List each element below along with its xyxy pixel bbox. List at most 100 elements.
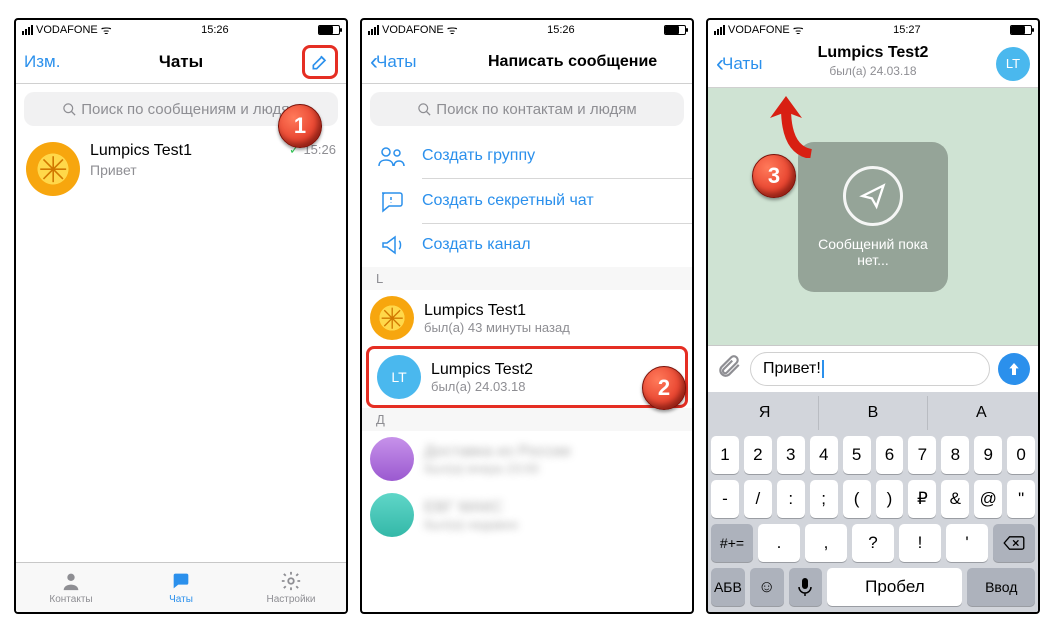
key[interactable]: ; xyxy=(810,480,838,518)
key[interactable]: - xyxy=(711,480,739,518)
send-button[interactable] xyxy=(998,353,1030,385)
group-icon xyxy=(376,144,408,168)
key[interactable]: ) xyxy=(876,480,904,518)
avatar xyxy=(370,437,414,481)
key[interactable]: ? xyxy=(852,524,894,562)
option-new-channel[interactable]: Создать канал xyxy=(362,223,692,267)
nav-bar: ‹Чаты Lumpics Test2 был(а) 24.03.18 LT xyxy=(708,40,1038,88)
key[interactable]: 9 xyxy=(974,436,1002,474)
status-time: 15:27 xyxy=(893,24,921,36)
keyboard: Я В А 1234567890 -/:;()₽&@" #+= . , ? ! … xyxy=(708,392,1038,612)
key[interactable]: 4 xyxy=(810,436,838,474)
contact-row[interactable]: ЕВГ МАКСбыл(а) недавно xyxy=(362,487,692,543)
search-icon xyxy=(62,102,77,117)
tab-bar: Контакты Чаты Настройки xyxy=(16,562,346,612)
back-button[interactable]: ‹Чаты xyxy=(716,50,762,78)
channel-icon xyxy=(376,233,408,257)
contact-name: Доставка из России xyxy=(424,443,571,461)
tab-label: Настройки xyxy=(266,594,315,605)
avatar xyxy=(370,493,414,537)
highlight-box: LT Lumpics Test2был(а) 24.03.18 xyxy=(366,346,688,408)
key[interactable]: 1 xyxy=(711,436,739,474)
key[interactable]: " xyxy=(1007,480,1035,518)
key[interactable]: / xyxy=(744,480,772,518)
contact-sub: был(а) недавно xyxy=(424,517,518,532)
back-button[interactable]: ‹Чаты xyxy=(370,48,416,76)
key-abc[interactable]: АБВ xyxy=(711,568,745,606)
key[interactable]: . xyxy=(758,524,800,562)
key[interactable]: 7 xyxy=(908,436,936,474)
key[interactable]: ! xyxy=(899,524,941,562)
key[interactable]: 3 xyxy=(777,436,805,474)
key[interactable]: ₽ xyxy=(908,480,936,518)
contact-row-selected[interactable]: LT Lumpics Test2был(а) 24.03.18 xyxy=(369,349,685,405)
tab-settings[interactable]: Настройки xyxy=(236,563,346,612)
screen-chats: VODAFONEᯤ 15:26 Изм. Чаты Поиск по сообщ… xyxy=(14,18,348,614)
battery-icon xyxy=(1010,25,1032,35)
tab-label: Контакты xyxy=(49,594,92,605)
key-shift[interactable]: #+= xyxy=(711,524,753,562)
chats-icon xyxy=(168,570,194,592)
back-label: Чаты xyxy=(376,52,416,72)
section-header-D: Д xyxy=(362,408,692,431)
key[interactable]: , xyxy=(805,524,847,562)
paperclip-icon xyxy=(716,353,742,379)
wifi-icon: ᯤ xyxy=(793,24,804,36)
status-bar: VODAFONEᯤ 15:26 xyxy=(362,20,692,40)
contact-name: Lumpics Test2 xyxy=(431,361,533,379)
status-time: 15:26 xyxy=(547,24,575,36)
key[interactable]: ( xyxy=(843,480,871,518)
key[interactable]: 2 xyxy=(744,436,772,474)
attach-button[interactable] xyxy=(716,353,742,386)
search-input[interactable]: Поиск по контактам и людям xyxy=(370,92,684,126)
suggestion[interactable]: А xyxy=(927,396,1035,430)
key[interactable]: & xyxy=(941,480,969,518)
key-enter[interactable]: Ввод xyxy=(967,568,1035,606)
caret xyxy=(822,360,824,378)
back-label: Чаты xyxy=(722,54,762,74)
callout-3: 3 xyxy=(752,154,796,198)
key-mic[interactable] xyxy=(789,568,823,606)
contact-row[interactable]: Доставка из Россиибыл(а) вчера 23:00 xyxy=(362,431,692,487)
option-secret-chat[interactable]: Создать секретный чат xyxy=(362,179,692,223)
secret-icon xyxy=(376,189,408,213)
key[interactable]: 5 xyxy=(843,436,871,474)
suggestion[interactable]: В xyxy=(818,396,926,430)
suggestion[interactable]: Я xyxy=(711,396,818,430)
key[interactable]: @ xyxy=(974,480,1002,518)
key[interactable]: 0 xyxy=(1007,436,1035,474)
option-label: Создать канал xyxy=(422,236,531,254)
wifi-icon: ᯤ xyxy=(101,24,112,36)
key[interactable]: ' xyxy=(946,524,988,562)
wifi-icon: ᯤ xyxy=(447,24,458,36)
battery-icon xyxy=(664,25,686,35)
contact-name: Lumpics Test1 xyxy=(424,302,570,320)
key[interactable]: 6 xyxy=(876,436,904,474)
arrow-up-icon xyxy=(1006,361,1022,377)
empty-state: Сообщений пока нет... xyxy=(798,142,948,292)
option-new-group[interactable]: Создать группу xyxy=(362,134,692,178)
contact-name: ЕВГ МАКС xyxy=(424,499,518,517)
key-backspace[interactable] xyxy=(993,524,1035,562)
tab-contacts[interactable]: Контакты xyxy=(16,563,126,612)
edit-button[interactable]: Изм. xyxy=(24,52,60,72)
key-space[interactable]: Пробел xyxy=(827,568,962,606)
empty-text: Сообщений пока нет... xyxy=(806,236,940,268)
key-row-numbers: 1234567890 xyxy=(711,436,1035,474)
message-input-bar: Привет! xyxy=(708,345,1038,392)
avatar xyxy=(370,296,414,340)
section-header-L: L xyxy=(362,267,692,290)
option-label: Создать секретный чат xyxy=(422,192,594,210)
tab-chats[interactable]: Чаты xyxy=(126,563,236,612)
key[interactable]: : xyxy=(777,480,805,518)
search-icon xyxy=(417,102,432,117)
key-emoji[interactable]: ☺ xyxy=(750,568,784,606)
key[interactable]: 8 xyxy=(941,436,969,474)
message-input[interactable]: Привет! xyxy=(750,352,990,386)
screen-compose: VODAFONEᯤ 15:26 ‹Чаты Написать сообщение… xyxy=(360,18,694,614)
backspace-icon xyxy=(1003,535,1025,551)
callout-1: 1 xyxy=(278,104,322,148)
compose-button[interactable] xyxy=(302,45,338,79)
avatar[interactable]: LT xyxy=(996,47,1030,81)
contact-row[interactable]: Lumpics Test1был(а) 43 минуты назад xyxy=(362,290,692,346)
